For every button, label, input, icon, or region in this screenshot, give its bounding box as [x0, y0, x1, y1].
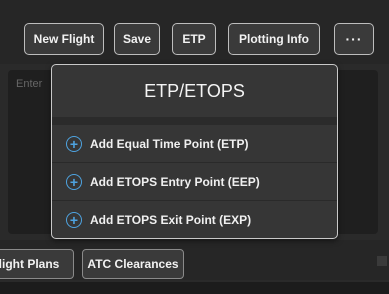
- save-button[interactable]: Save: [114, 23, 160, 55]
- add-etp-option[interactable]: + Add Equal Time Point (ETP): [52, 125, 337, 163]
- more-options-button[interactable]: ···: [334, 23, 374, 55]
- bottom-strip: [0, 282, 389, 294]
- add-exp-option[interactable]: + Add ETOPS Exit Point (EXP): [52, 201, 337, 238]
- scroll-handle[interactable]: [377, 256, 387, 266]
- dialog-divider: [52, 117, 337, 125]
- tab-atc-clearances[interactable]: ATC Clearances: [82, 249, 184, 279]
- route-editor-placeholder: Enter: [16, 78, 43, 90]
- add-etp-label: Add Equal Time Point (ETP): [90, 136, 249, 151]
- plus-circle-icon: +: [66, 135, 82, 152]
- dialog-title: ETP/ETOPS: [144, 80, 245, 101]
- etp-etops-dialog: ETP/ETOPS + Add Equal Time Point (ETP) +…: [51, 64, 338, 239]
- tab-flight-plans[interactable]: light Plans: [0, 249, 74, 279]
- add-exp-label: Add ETOPS Exit Point (EXP): [90, 213, 252, 227]
- etp-button[interactable]: ETP: [172, 23, 216, 55]
- plotting-info-button[interactable]: Plotting Info: [228, 23, 320, 55]
- new-flight-button[interactable]: New Flight: [24, 23, 104, 55]
- plus-circle-icon: +: [66, 212, 82, 228]
- add-eep-label: Add ETOPS Entry Point (EEP): [90, 174, 260, 189]
- add-eep-option[interactable]: + Add ETOPS Entry Point (EEP): [52, 163, 337, 201]
- plus-circle-icon: +: [66, 173, 82, 190]
